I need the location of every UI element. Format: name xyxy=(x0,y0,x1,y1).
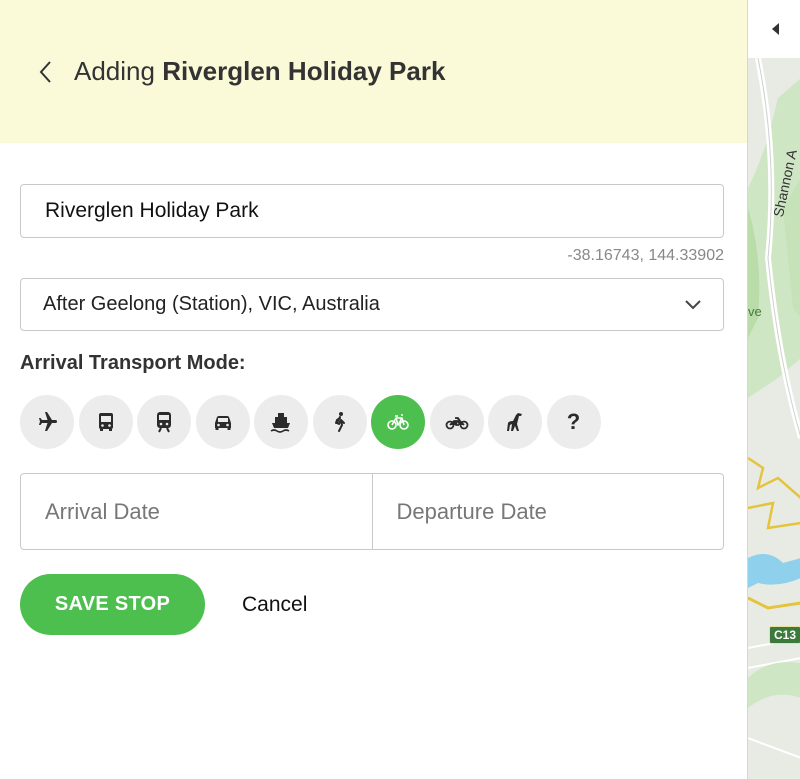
mode-ship-button[interactable] xyxy=(254,395,308,449)
mode-bicycle-button[interactable] xyxy=(371,395,425,449)
mode-car-button[interactable] xyxy=(195,395,250,449)
caret-left-icon xyxy=(771,23,779,35)
page-title: Adding Riverglen Holiday Park xyxy=(74,56,445,87)
collapse-map-button[interactable] xyxy=(748,0,800,59)
save-stop-button[interactable]: SAVE STOP xyxy=(20,574,205,635)
mode-plane-button[interactable] xyxy=(20,395,74,449)
chevron-down-icon xyxy=(685,299,701,309)
map-park-label: ve xyxy=(748,304,762,319)
transport-mode-picker: ? xyxy=(20,395,724,449)
route-badge: C13 xyxy=(769,626,800,644)
form-actions: SAVE STOP Cancel xyxy=(20,574,724,635)
mode-giraffe-button[interactable] xyxy=(488,395,542,449)
panel-header: Adding Riverglen Holiday Park xyxy=(0,0,747,143)
transport-mode-label: Arrival Transport Mode: xyxy=(20,352,246,374)
arrival-date-field[interactable]: Arrival Date xyxy=(21,474,372,549)
walk-icon xyxy=(334,412,345,432)
map-view[interactable]: Shannon A ve C13 xyxy=(747,0,800,779)
back-button[interactable] xyxy=(38,59,56,85)
mode-other-button[interactable]: ? xyxy=(546,395,601,449)
mode-motorcycle-button[interactable] xyxy=(429,395,484,449)
mode-bus-button[interactable] xyxy=(78,395,133,449)
ship-icon xyxy=(270,413,290,433)
question-icon: ? xyxy=(566,409,581,434)
position-select-value: After Geelong (Station), VIC, Australia xyxy=(43,293,380,315)
plane-icon xyxy=(39,412,57,431)
cancel-button[interactable]: Cancel xyxy=(242,593,307,617)
title-prefix: Adding xyxy=(74,56,155,86)
train-icon xyxy=(157,412,171,433)
date-range: Arrival Date Departure Date xyxy=(20,473,724,550)
coordinates-text: -38.16743, 144.33902 xyxy=(567,247,724,264)
mode-train-button[interactable] xyxy=(137,395,191,449)
chevron-left-icon xyxy=(39,60,51,83)
car-icon xyxy=(214,416,231,430)
mode-walk-button[interactable] xyxy=(312,395,367,449)
bicycle-icon xyxy=(387,414,409,430)
title-place-name: Riverglen Holiday Park xyxy=(162,56,446,86)
position-select[interactable]: After Geelong (Station), VIC, Australia xyxy=(20,278,724,331)
motorcycle-icon xyxy=(445,417,468,430)
stop-form: -38.16743, 144.33902 After Geelong (Stat… xyxy=(0,143,747,635)
departure-date-field[interactable]: Departure Date xyxy=(371,474,724,549)
giraffe-icon xyxy=(507,413,522,431)
add-stop-panel: Adding Riverglen Holiday Park -38.16743,… xyxy=(0,0,747,779)
bus-icon xyxy=(98,413,113,431)
stop-name-input[interactable] xyxy=(20,184,724,238)
